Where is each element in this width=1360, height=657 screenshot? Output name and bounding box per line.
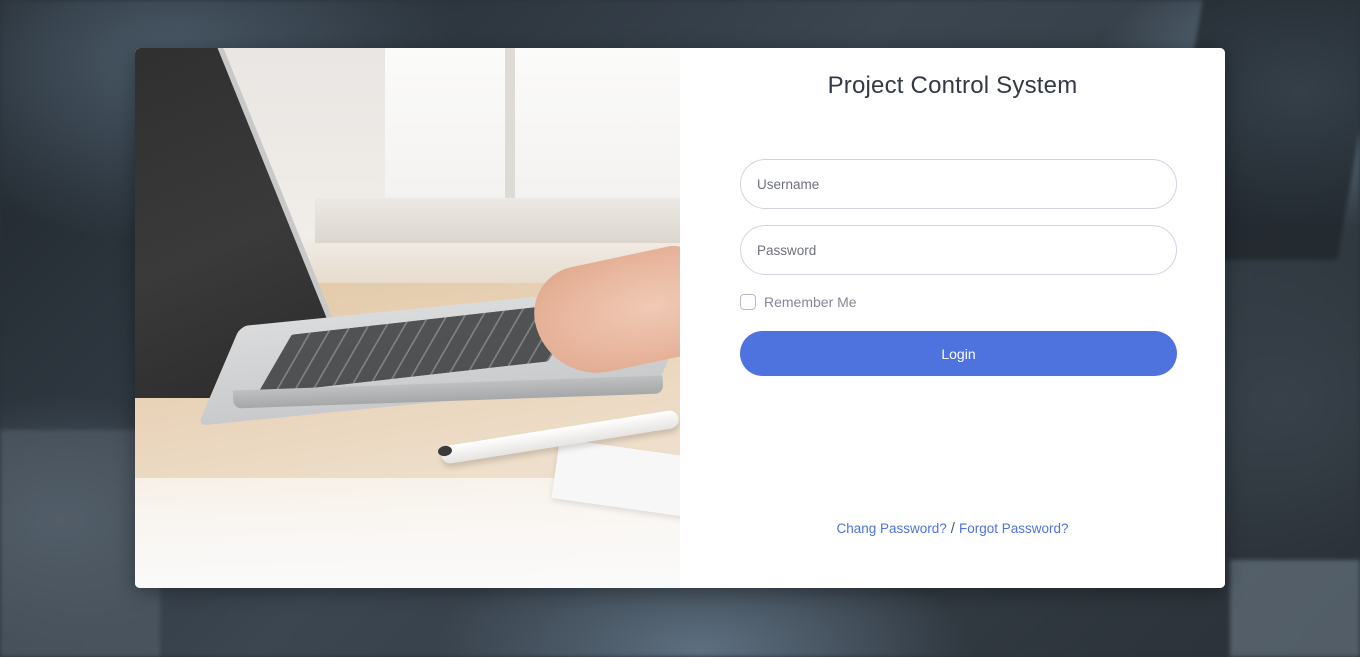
background-shape — [1230, 560, 1360, 657]
password-input[interactable] — [740, 225, 1177, 275]
photo-sill — [315, 198, 680, 243]
username-input[interactable] — [740, 159, 1177, 209]
login-card: Project Control System Remember Me Login… — [135, 48, 1225, 588]
remember-me-label: Remember Me — [764, 294, 857, 310]
account-links: Chang Password? / Forgot Password? — [680, 520, 1225, 537]
remember-me-checkbox[interactable] — [740, 294, 756, 310]
laptop-photo — [135, 48, 680, 588]
login-button[interactable]: Login — [740, 331, 1177, 376]
login-form: Project Control System Remember Me Login… — [680, 48, 1225, 588]
link-separator: / — [950, 520, 955, 537]
forgot-password-link[interactable]: Forgot Password? — [959, 521, 1069, 536]
change-password-link[interactable]: Chang Password? — [836, 521, 946, 536]
page-title: Project Control System — [827, 72, 1078, 99]
photo-window-frame — [505, 48, 515, 198]
remember-me-control[interactable]: Remember Me — [740, 294, 857, 310]
